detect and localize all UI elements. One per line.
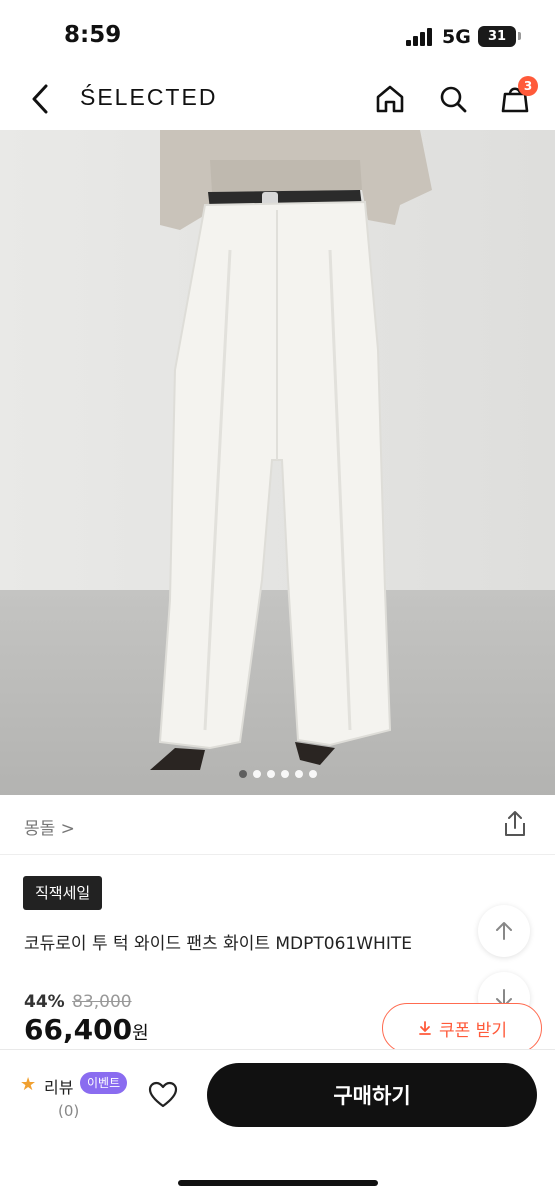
original-price: 83,000	[72, 992, 132, 1012]
carousel-dot[interactable]	[266, 770, 275, 778]
price-row: 66,400원	[24, 1013, 149, 1046]
arrow-up-icon	[496, 922, 512, 940]
product-image[interactable]	[0, 130, 555, 795]
carousel-dot[interactable]	[238, 770, 247, 778]
network-type: 5G	[442, 26, 471, 48]
seller-row: 몽돌 >	[0, 795, 555, 855]
bottom-bar: ★ 리뷰 이벤트 (0) 구매하기	[0, 1049, 555, 1200]
coupon-button[interactable]: 쿠폰 받기	[382, 1003, 542, 1053]
discount-row: 44% 83,000	[24, 992, 132, 1012]
currency: 원	[132, 1023, 149, 1044]
share-button[interactable]	[500, 809, 530, 839]
cart-count-badge: 3	[518, 76, 538, 96]
home-icon	[376, 85, 404, 113]
discount-percent: 44%	[24, 992, 65, 1012]
sale-tag-badge: 직잭세일	[23, 876, 103, 910]
cart-button[interactable]: 3	[496, 76, 538, 118]
heart-icon	[148, 1081, 178, 1108]
sale-price: 66,400	[24, 1013, 133, 1046]
star-icon: ★	[20, 1074, 37, 1095]
seller-link[interactable]: 몽돌 >	[24, 814, 75, 839]
nav-bar: ŚELECTED 3	[0, 68, 555, 130]
download-icon	[419, 1021, 431, 1035]
home-button[interactable]	[371, 80, 409, 118]
search-button[interactable]	[434, 80, 472, 118]
product-title: 코듀로이 투 턱 와이드 팬츠 화이트 MDPT061WHITE	[24, 934, 412, 954]
carousel-dot[interactable]	[308, 770, 317, 778]
brand-logo[interactable]: ŚELECTED	[80, 84, 217, 111]
carousel-dot[interactable]	[252, 770, 261, 778]
signal-icon	[406, 28, 434, 46]
search-icon	[440, 86, 467, 113]
carousel-dots[interactable]	[0, 770, 555, 782]
review-label: 리뷰	[44, 1078, 74, 1097]
home-indicator	[178, 1180, 378, 1186]
event-badge: 이벤트	[80, 1072, 128, 1094]
battery-tip	[518, 32, 521, 40]
back-button[interactable]	[24, 82, 56, 116]
chevron-left-icon	[32, 84, 48, 114]
share-icon	[505, 811, 525, 836]
status-bar: 8:59 5G 31	[0, 0, 555, 68]
scroll-up-button[interactable]	[478, 905, 530, 957]
carousel-dot[interactable]	[280, 770, 289, 778]
wishlist-button[interactable]	[146, 1078, 180, 1112]
product-photo-illustration	[150, 130, 432, 770]
status-time: 8:59	[64, 22, 122, 48]
carousel-dot[interactable]	[294, 770, 303, 778]
battery-icon: 31	[478, 26, 516, 47]
coupon-label: 쿠폰 받기	[439, 1020, 507, 1041]
review-count: (0)	[58, 1102, 80, 1120]
buy-button[interactable]: 구매하기	[207, 1063, 537, 1127]
review-summary[interactable]: ★ 리뷰 이벤트 (0)	[20, 1072, 130, 1132]
